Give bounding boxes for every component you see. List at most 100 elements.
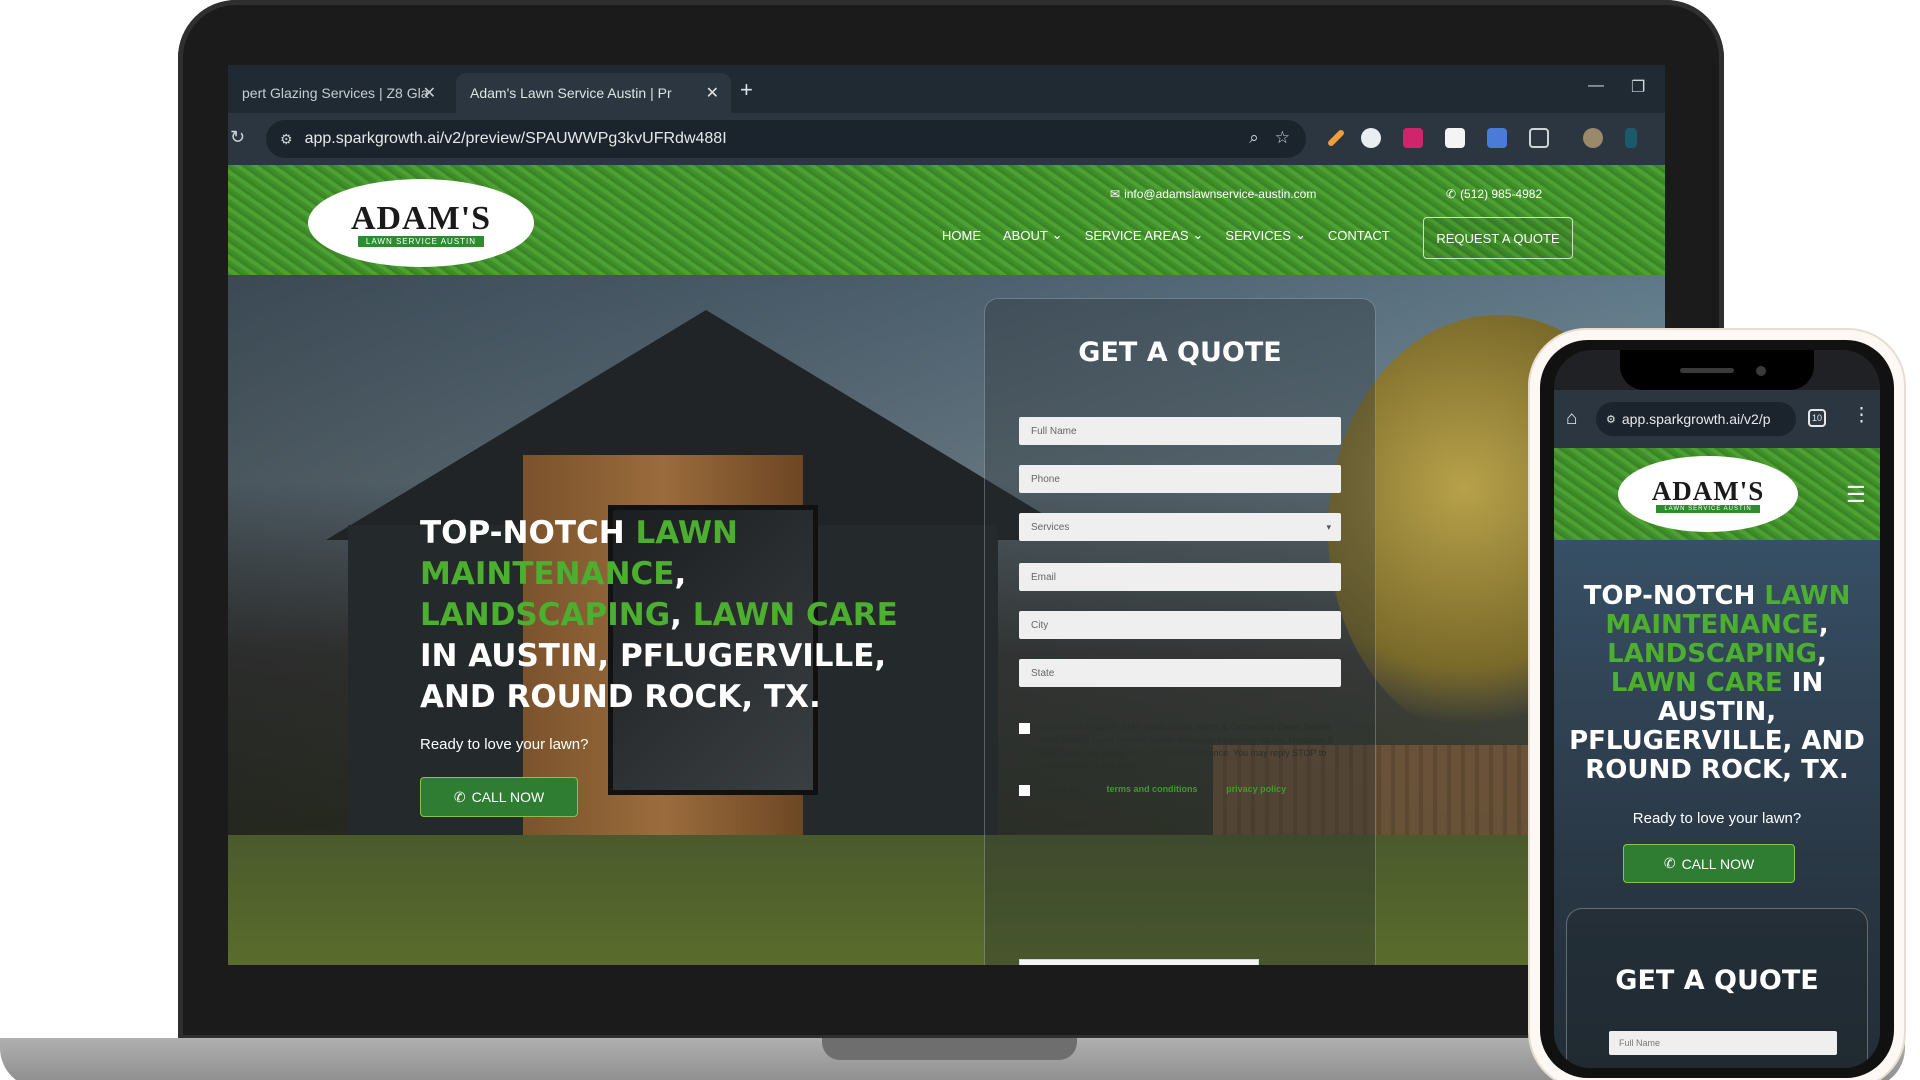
reload-icon[interactable]: ↻ [230, 127, 245, 148]
site-settings-icon[interactable]: ⚙ [1606, 413, 1616, 426]
request-quote-button[interactable]: REQUEST A QUOTE [1423, 217, 1573, 259]
chevron-down-icon: ⌄ [1051, 227, 1063, 242]
chevron-down-icon: ▾ [1326, 521, 1331, 532]
minimize-icon[interactable]: — [1588, 77, 1604, 95]
terms-consent-checkbox[interactable] [1019, 785, 1030, 796]
phone-bezel: ⌂ ⚙ app.sparkgrowth.ai/v2/p 10 ⋮ ADAM'S … [1540, 340, 1894, 1078]
new-tab-icon[interactable]: + [740, 77, 753, 103]
phone-field[interactable]: Phone [1019, 465, 1341, 493]
hamburger-menu-icon[interactable]: ☰ [1846, 482, 1866, 508]
globe-extension-icon[interactable] [1361, 128, 1381, 148]
headline-part: , [674, 556, 687, 592]
docs-extension-icon[interactable] [1487, 128, 1507, 148]
nav-label: CONTACT [1327, 227, 1390, 243]
nav-home[interactable]: HOME [942, 227, 981, 243]
headline-part: , [1816, 639, 1827, 669]
browser-tab-glazing[interactable]: pert Glazing Services | Z8 Gla ✕ [228, 73, 448, 113]
phone-address-bar[interactable]: ⚙ app.sparkgrowth.ai/v2/p [1596, 402, 1796, 436]
close-icon[interactable]: ✕ [706, 83, 719, 103]
headline-highlight: LANDSCAPING [420, 597, 671, 633]
header-phone[interactable]: ✆ (512) 985-4982 [1446, 187, 1542, 201]
site-logo[interactable]: ADAM'S LAWN SERVICE AUSTIN [308, 179, 534, 267]
city-field[interactable]: City [1019, 611, 1341, 639]
tab-switcher-icon[interactable]: 10 [1808, 409, 1826, 427]
puzzle-extensions-icon[interactable] [1529, 128, 1549, 148]
browser-tab-adams[interactable]: Adam's Lawn Service Austin | Pr ✕ [456, 73, 731, 113]
nav-label: ABOUT [1003, 227, 1048, 243]
laptop-screen: pert Glazing Services | Z8 Gla ✕ Adam's … [228, 65, 1665, 965]
chevron-down-icon: ⌄ [1294, 227, 1306, 242]
address-bar[interactable]: ⚙ app.sparkgrowth.ai/v2/preview/SPAUWWPg… [266, 120, 1306, 158]
nav-label: HOME [942, 227, 981, 243]
nav-service-areas[interactable]: SERVICE AREAS ⌄ [1085, 227, 1204, 243]
hero-lawn [228, 835, 1665, 965]
chevron-down-icon: ⌄ [1192, 227, 1204, 242]
site-header: ADAM'S LAWN SERVICE AUSTIN ✉ info@adamsl… [228, 165, 1665, 275]
quote-form-title: GET A QUOTE [1078, 337, 1282, 368]
phone-screen: ⌂ ⚙ app.sparkgrowth.ai/v2/p 10 ⋮ ADAM'S … [1554, 350, 1880, 1068]
profile-avatar[interactable] [1583, 128, 1603, 148]
more-menu-icon[interactable]: ⋮ [1852, 404, 1871, 427]
phone-frame: ⌂ ⚙ app.sparkgrowth.ai/v2/p 10 ⋮ ADAM'S … [1530, 330, 1904, 1080]
call-now-label: CALL NOW [1681, 855, 1755, 872]
speaker-grille [1680, 368, 1734, 373]
sms-consent-checkbox[interactable] [1019, 723, 1030, 734]
browser-toolbar: ↻ ⚙ app.sparkgrowth.ai/v2/preview/SPAUWW… [228, 113, 1665, 165]
sms-consent: Consent to Receive SMS Notifications, Al… [1019, 721, 1341, 773]
shield-extension-icon[interactable] [1403, 128, 1423, 148]
envelope-icon: ✉ [1110, 187, 1121, 201]
nav-contact[interactable]: CONTACT [1328, 227, 1390, 243]
header-email[interactable]: ✉ info@adamslawnservice-austin.com [1110, 187, 1316, 201]
phone-site-logo[interactable]: ADAM'S LAWN SERVICE AUSTIN [1618, 456, 1798, 532]
bookmark-star-icon[interactable]: ☆ [1275, 128, 1290, 148]
website-viewport: ADAM'S LAWN SERVICE AUSTIN ✉ info@adamsl… [228, 165, 1665, 965]
hero-headline: TOP-NOTCH LAWN MAINTENANCE, LANDSCAPING,… [420, 513, 940, 718]
email-text: info@adamslawnservice-austin.com [1124, 187, 1317, 201]
email-field[interactable]: Email [1019, 563, 1341, 591]
recaptcha-widget[interactable] [1019, 959, 1259, 965]
logo-text: ADAM'S [350, 199, 492, 237]
call-now-label: CALL NOW [471, 789, 545, 805]
nav-about[interactable]: ABOUT ⌄ [1003, 227, 1063, 243]
nav-label: SERVICES [1225, 227, 1291, 243]
call-now-button[interactable]: ✆ CALL NOW [420, 777, 578, 817]
privacy-link[interactable]: privacy policy [1226, 784, 1286, 794]
headline-highlight: LAWN CARE [1610, 668, 1783, 698]
address-url: app.sparkgrowth.ai/v2/preview/SPAUWWPg3k… [304, 130, 727, 147]
dynamic-island [1620, 350, 1814, 390]
tab-title: Adam's Lawn Service Austin | Pr [470, 85, 672, 101]
notes-extension-icon[interactable] [1445, 128, 1465, 148]
phone-call-now-button[interactable]: ✆ CALL NOW [1623, 844, 1795, 883]
full-name-field[interactable]: Full Name [1019, 417, 1341, 445]
terms-consent-text: I agree to terms and conditions privacy … [1040, 783, 1286, 796]
headline-part: , [670, 597, 693, 633]
terms-link[interactable]: terms and conditions [1107, 784, 1198, 794]
phone-hero-headline: TOP-NOTCH LAWN MAINTENANCE, LANDSCAPING,… [1554, 582, 1880, 785]
site-settings-icon[interactable]: ⚙ [280, 131, 293, 148]
nav-services[interactable]: SERVICES ⌄ [1225, 227, 1305, 243]
services-placeholder: Services [1031, 521, 1070, 533]
phone-site-header: ADAM'S LAWN SERVICE AUSTIN ☰ [1554, 448, 1880, 540]
tab-title: pert Glazing Services | Z8 Gla [242, 85, 429, 101]
zoom-icon[interactable]: ⌕ [1249, 128, 1259, 148]
restore-icon[interactable]: ❐ [1631, 77, 1645, 97]
extensions-bar [1326, 128, 1637, 148]
services-select[interactable]: Services ▾ [1019, 513, 1341, 541]
phone-quote-panel: GET A QUOTE Full Name [1566, 908, 1868, 1068]
logo-subtitle: LAWN SERVICE AUSTIN [1656, 504, 1760, 513]
profile-badge[interactable] [1625, 128, 1637, 148]
phone-hero-tagline: Ready to love your lawn? [1632, 810, 1802, 827]
sms-consent-text: Consent to Receive SMS Notifications, Al… [1040, 722, 1334, 771]
phone-hero-section: TOP-NOTCH LAWN MAINTENANCE, LANDSCAPING,… [1554, 540, 1880, 1068]
headline-highlight: LAWN CARE [692, 597, 898, 633]
phone-text: (512) 985-4982 [1460, 187, 1543, 201]
hero-tagline: Ready to love your lawn? [420, 736, 589, 753]
pen-extension-icon[interactable] [1326, 128, 1346, 148]
close-icon[interactable]: ✕ [423, 83, 436, 103]
quote-form-panel: GET A QUOTE Full Name Phone Services ▾ E… [984, 298, 1376, 965]
terms-prefix: I agree to [1040, 784, 1079, 794]
state-field[interactable]: State [1019, 659, 1341, 687]
hero-section: TOP-NOTCH LAWN MAINTENANCE, LANDSCAPING,… [228, 275, 1665, 965]
phone-full-name-field[interactable]: Full Name [1609, 1031, 1837, 1055]
home-icon[interactable]: ⌂ [1566, 408, 1577, 430]
